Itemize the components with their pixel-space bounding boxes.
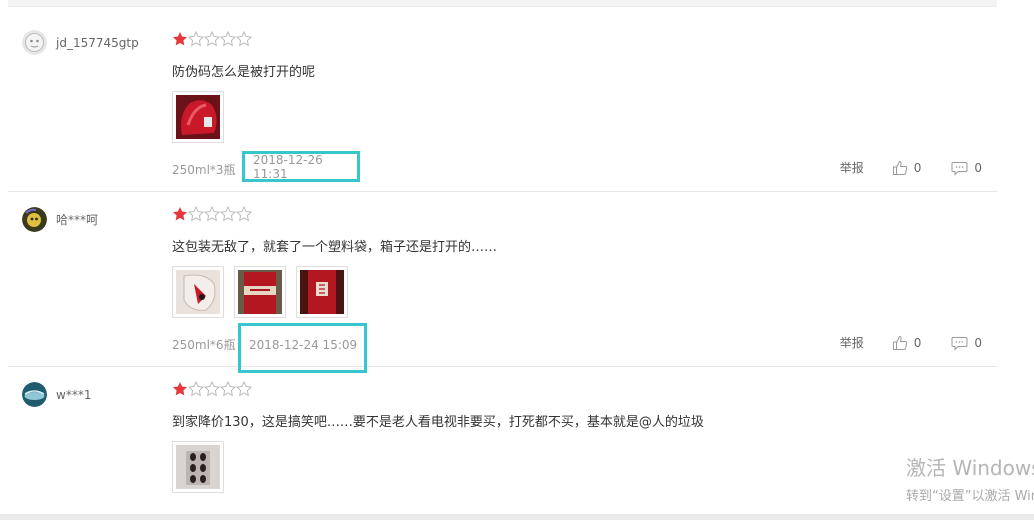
star-empty-icon [188,31,204,47]
review-user: 哈***呵 [22,207,98,232]
avatar[interactable] [22,30,47,55]
star-empty-icon [236,381,252,397]
review-actions: 举报 0 0 [840,159,982,176]
watermark-subtitle: 转到“设置”以激活 Windows。 [906,489,1034,504]
report-link[interactable]: 举报 [840,334,864,351]
star-rating [172,31,252,47]
like-count: 0 [913,160,922,175]
windows-activation-watermark: 激活 Windows 转到“设置”以激活 Windows。 [906,452,1034,504]
review-item: jd_157745gtp 防伪码怎么是被打开的呢 250ml*3瓶 2018-1… [8,28,997,192]
like-button[interactable]: 0 [892,160,922,176]
review-images [172,441,224,493]
comment-bubble-icon [951,336,968,351]
star-filled-icon [173,207,187,221]
star-filled-icon [173,32,187,46]
review-date: 2018-12-26 11:31 [242,151,360,182]
review-date-text: 2018-12-26 11:31 [253,152,323,181]
username[interactable]: w***1 [56,388,91,402]
star-empty-icon [204,206,220,222]
star-empty-icon [188,206,204,222]
star-empty-icon [188,381,204,397]
product-spec: 250ml*3瓶 [172,163,236,177]
review-image-thumbnail[interactable] [172,441,224,493]
star-empty-icon [220,381,236,397]
report-link[interactable]: 举报 [840,159,864,176]
review-content: 防伪码怎么是被打开的呢 [172,65,316,80]
star-empty-icon [236,206,252,222]
thumbs-up-icon [892,335,907,350]
review-image-thumbnail[interactable] [234,266,286,318]
bottom-edge-bar [0,514,1034,520]
comment-button[interactable]: 0 [951,160,982,176]
review-image-thumbnail[interactable] [172,91,224,143]
review-date-text: 2018-12-24 15:09 [249,338,358,352]
review-user: jd_157745gtp [22,30,139,55]
review-actions: 举报 0 0 [840,334,982,351]
comment-count: 0 [974,335,982,350]
star-empty-icon [236,31,252,47]
star-empty-icon [204,31,220,47]
username[interactable]: jd_157745gtp [56,36,139,50]
star-rating [172,206,252,222]
review-image-thumbnail[interactable] [172,266,224,318]
review-content: 到家降价130，这是搞笑吧……要不是老人看电视非要买，打死都不买，基本就是@人的… [172,415,704,430]
comment-bubble-icon [951,161,968,176]
review-user: w***1 [22,382,91,407]
product-spec: 250ml*6瓶 [172,338,236,352]
review-content: 这包装无敌了，就套了一个塑料袋，箱子还是打开的…… [172,240,498,255]
comment-button[interactable]: 0 [951,335,982,351]
star-empty-icon [204,381,220,397]
review-item: 哈***呵 这包装无敌了，就套了一个塑料袋，箱子还是打开的…… 250ml*6瓶… [8,203,997,373]
comment-count: 0 [974,160,982,175]
review-date: 2018-12-24 15:09 [238,323,367,373]
avatar[interactable] [22,382,47,407]
review-item: w***1 到家降价130，这是搞笑吧……要不是老人看电视非要买，打死都不买，基… [8,378,997,514]
star-rating [172,381,252,397]
star-filled-icon [173,382,187,396]
thumbs-up-icon [892,160,907,175]
like-button[interactable]: 0 [892,335,922,351]
review-images [172,266,348,318]
like-count: 0 [913,335,922,350]
review-images [172,91,224,143]
star-empty-icon [220,31,236,47]
avatar[interactable] [22,207,47,232]
watermark-title: 激活 Windows [906,456,1034,480]
star-empty-icon [220,206,236,222]
review-image-thumbnail[interactable] [296,266,348,318]
top-divider-strip [8,0,997,7]
username[interactable]: 哈***呵 [56,211,98,228]
